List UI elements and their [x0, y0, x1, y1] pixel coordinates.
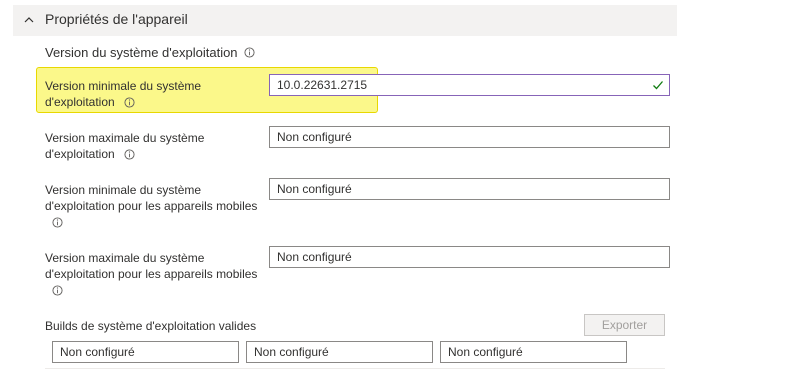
min-os-label-line2-text: d'exploitation [45, 95, 115, 109]
max-os-label-line2: d'exploitation [45, 146, 204, 162]
min-mobile-label-line1: Version minimale du système [45, 183, 202, 197]
max-mobile-os-version-label: Version maximale du système d'exploitati… [45, 250, 257, 298]
min-mobile-info-row [45, 214, 257, 230]
os-version-heading: Version du système d'exploitation [45, 45, 255, 60]
min-mobile-os-version-label: Version minimale du système d'exploitati… [45, 182, 257, 230]
section-title: Propriétés de l'appareil [45, 11, 188, 27]
builds-column-2-value: Non configuré [254, 345, 329, 359]
min-os-version-label: Version minimale du système d'exploitati… [45, 78, 201, 110]
min-mobile-os-version-value: Non configuré [277, 182, 352, 196]
builds-column-1-input[interactable]: Non configuré [52, 341, 239, 363]
builds-column-3-value: Non configuré [448, 345, 523, 359]
min-mobile-label-line2: d'exploitation pour les appareils mobile… [45, 199, 258, 213]
section-header[interactable]: Propriétés de l'appareil [13, 5, 677, 36]
max-mobile-os-version-input[interactable]: Non configuré [269, 246, 670, 268]
info-icon[interactable] [124, 97, 135, 108]
info-icon[interactable] [52, 285, 63, 296]
min-os-label-line2: d'exploitation [45, 94, 201, 110]
min-os-version-input[interactable]: 10.0.22631.2715 [269, 74, 670, 96]
max-os-label-line2-text: d'exploitation [45, 147, 115, 161]
builds-column-1-value: Non configuré [60, 345, 135, 359]
max-os-label-line1: Version maximale du système [45, 131, 205, 145]
valid-builds-label: Builds de système d'exploitation valides [45, 319, 257, 333]
chevron-up-icon[interactable] [23, 14, 35, 26]
info-icon[interactable] [244, 47, 255, 58]
max-mobile-label-line2: d'exploitation pour les appareils mobile… [45, 267, 258, 281]
info-icon[interactable] [52, 217, 63, 228]
export-button[interactable]: Exporter [584, 314, 665, 336]
max-os-version-input[interactable]: Non configuré [269, 126, 670, 148]
min-mobile-os-version-input[interactable]: Non configuré [269, 178, 670, 200]
max-os-version-label: Version maximale du système d'exploitati… [45, 130, 204, 162]
max-mobile-label-line1: Version maximale du système [45, 251, 205, 265]
max-mobile-os-version-value: Non configuré [277, 250, 352, 264]
min-os-version-value: 10.0.22631.2715 [277, 78, 368, 92]
info-icon[interactable] [124, 149, 135, 160]
checkmark-icon [653, 81, 663, 90]
min-os-label-line1: Version minimale du système [45, 79, 202, 93]
max-mobile-info-row [45, 282, 257, 298]
builds-column-3-input[interactable]: Non configuré [440, 341, 627, 363]
divider [45, 368, 665, 369]
os-version-heading-text: Version du système d'exploitation [45, 45, 238, 60]
max-os-version-value: Non configuré [277, 130, 352, 144]
builds-column-2-input[interactable]: Non configuré [246, 341, 433, 363]
